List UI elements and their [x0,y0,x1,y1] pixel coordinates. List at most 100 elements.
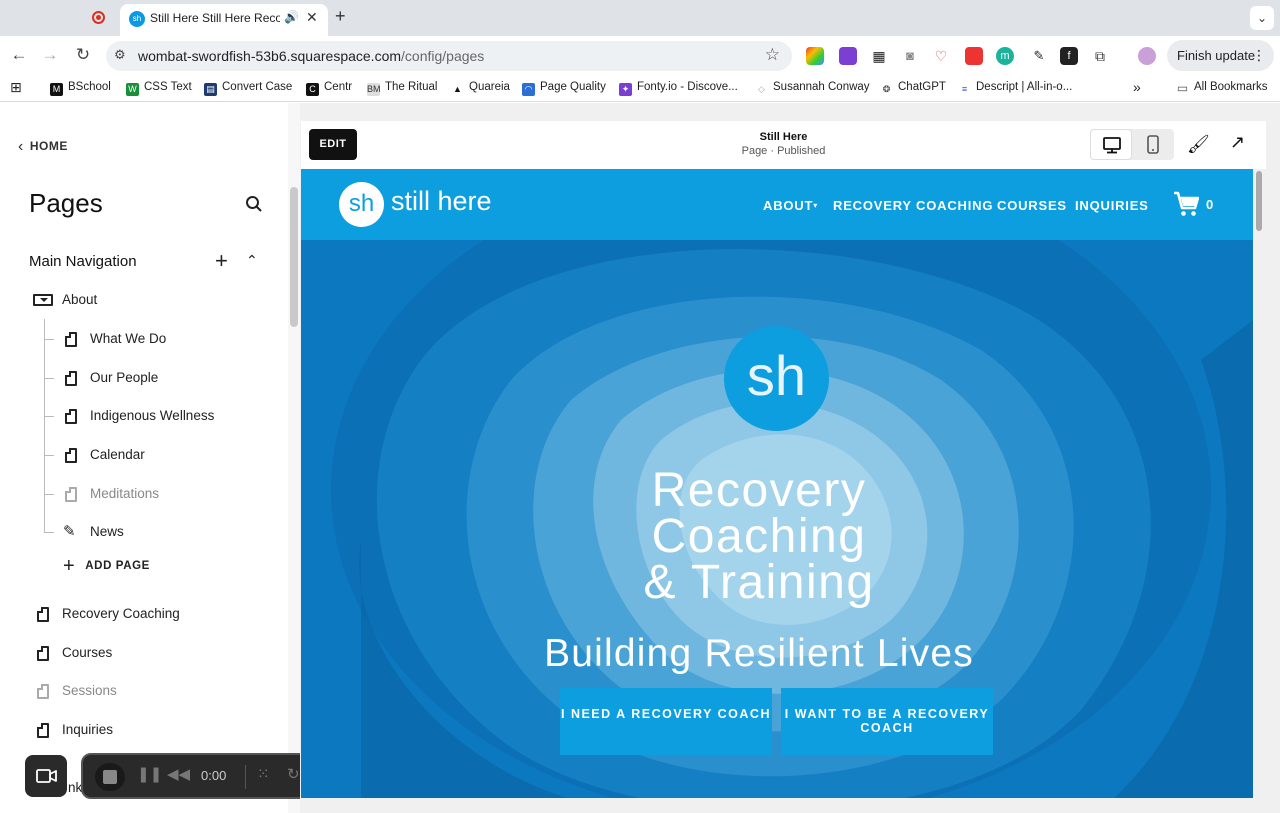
tree-branch [44,378,54,379]
stop-recording-button[interactable] [95,763,125,791]
cta-need-coach-button[interactable]: I NEED A RECOVERY COACH [560,688,772,755]
page-icon [65,487,77,502]
m-extension-icon[interactable]: m [996,47,1014,65]
add-icon[interactable]: + [215,248,228,274]
font-extension-icon[interactable]: f [1060,47,1078,65]
search-icon[interactable] [245,195,263,213]
bookmark-susannah-conway[interactable]: ◇ Susannah Conway [755,81,870,96]
bookmark-fonty[interactable]: ✦ Fonty.io - Discove... [619,81,738,96]
bookmark-all-bookmarks[interactable]: ▭ All Bookmarks [1176,81,1268,95]
tab-title: Still Here Still Here Recovery [150,11,280,25]
rewind-icon[interactable]: ◀◀ [167,765,190,783]
page-icon [37,723,49,738]
extensions-puzzle-icon[interactable]: ⧉ [1091,47,1109,65]
bookmark-page-quality[interactable]: ◠ Page Quality [522,81,606,96]
page-icon [65,448,77,463]
tab-search-chevron-icon[interactable]: ⌄ [1250,6,1274,30]
speaker-icon[interactable]: 🔊 [284,10,299,24]
pages-panel-content: ‹ HOME Pages Main Navigation + ⌃ About Wh… [0,103,288,813]
bookmark-descript[interactable]: ≡ Descript | All-in-o... [958,81,1072,96]
mobile-view-button[interactable] [1132,129,1174,160]
finish-update-label: Finish update [1177,48,1256,63]
nav-item-indigenous-wellness[interactable]: Indigenous Wellness [90,408,214,423]
site-nav-inquiries[interactable]: INQUIRIES [1075,198,1149,213]
finish-update-button[interactable]: Finish update ⋮ [1167,40,1274,71]
site-nav-courses[interactable]: COURSES [997,198,1067,213]
cta-become-coach-button[interactable]: I WANT TO BE A RECOVERY COACH [781,688,993,755]
nav-item-inquiries[interactable]: Inquiries [62,722,113,737]
nav-item-meditations[interactable]: Meditations [90,486,159,501]
hero-section: sh Recovery Coaching & Training Building… [301,240,1253,798]
profile-avatar[interactable] [1138,47,1156,65]
new-tab-button[interactable]: + [335,6,346,27]
calendar-extension-icon[interactable] [965,47,983,65]
site-logo-mark[interactable]: sh [339,182,384,227]
preview-scrollbar[interactable] [1256,171,1262,231]
back-arrow-icon[interactable]: ← [8,45,30,65]
nav-item-news[interactable]: News [90,524,124,539]
site-nav-about[interactable]: ABOUT▾ [763,198,818,213]
bookmark-bschool[interactable]: M BSchool [50,81,111,96]
tab-recording[interactable] [78,6,118,30]
tab-active[interactable]: sh Still Here Still Here Recovery 🔊 ✕ [120,4,328,36]
extension-badge-icon[interactable] [839,47,857,65]
site-header: sh still here ABOUT▾ RECOVERY COACHING C… [301,169,1253,240]
restart-icon[interactable]: ↻ [287,765,300,783]
recording-timer: 0:00 [201,768,227,783]
browser-tabstrip: sh Still Here Still Here Recovery 🔊 ✕ + … [0,0,1280,36]
nav-item-what-we-do[interactable]: What We Do [90,331,166,346]
bookmark-the-ritual[interactable]: BM The Ritual [367,81,437,96]
camera-icon[interactable]: ◙ [901,47,919,65]
pause-icon[interactable]: ❚❚ [137,765,162,783]
bookmark-css-text[interactable]: W CSS Text [126,81,192,96]
bookmark-chatgpt[interactable]: ❂ ChatGPT [880,81,946,96]
open-external-arrow-icon[interactable]: ↗ [1230,132,1245,153]
site-settings-icon[interactable]: ⚙ [114,47,126,63]
reload-icon[interactable]: ↻ [72,45,94,65]
bookmark-quareia[interactable]: ▲ Quareia [451,81,510,96]
plus-icon: + [63,555,76,577]
desktop-icon [1103,137,1121,154]
nav-item-sessions[interactable]: Sessions [62,683,117,698]
squarespace-favicon-icon: sh [129,11,145,27]
home-back-link[interactable]: ‹ HOME [18,138,68,156]
camera-toggle-button[interactable] [25,755,67,797]
bookmark-star-icon[interactable]: ☆ [765,45,780,65]
bookmarks-bar: ⊞ M BSchool W CSS Text ▤ Convert Case C Cent… [0,76,1280,102]
chevron-up-icon[interactable]: ⌃ [246,252,258,269]
color-extension-icon[interactable] [806,47,824,65]
add-page-button[interactable]: + ADD PAGE [63,555,150,578]
hero-logo-mark: sh [724,326,829,431]
bookmark-centr[interactable]: C Centr [306,81,352,96]
site-logo-text[interactable]: still here [391,186,492,217]
kebab-menu-icon[interactable]: ⋮ [1252,40,1266,71]
apps-grid-icon[interactable]: ▦ [870,47,888,65]
pages-panel: ‹ HOME Pages Main Navigation + ⌃ About Wh… [0,103,300,813]
browser-toolbar: ← → ↻ ⚙ wombat-swordfish-53b6.squarespac… [0,36,1280,102]
pen-extension-icon[interactable]: ✎ [1030,47,1048,65]
bookmark-convert-case[interactable]: ▤ Convert Case [204,81,292,96]
nav-folder-about[interactable]: About [62,292,97,307]
site-nav-recovery-coaching[interactable]: RECOVERY COACHING [833,198,993,213]
panel-scrollbar[interactable] [290,187,298,327]
address-bar[interactable]: ⚙ wombat-swordfish-53b6.squarespace.com/… [106,41,792,71]
grid-dots-icon[interactable]: ⁙ [257,765,270,783]
hero-title-line-2: Coaching [651,510,867,563]
hero-title: Recovery Coaching & Training [301,467,1217,607]
page-icon [37,607,49,622]
pocket-icon[interactable]: ♡ [932,47,950,65]
nav-item-calendar[interactable]: Calendar [90,447,145,462]
forward-arrow-icon[interactable]: → [39,45,61,65]
close-tab-icon[interactable]: ✕ [306,9,318,26]
apps-icon[interactable]: ⊞ [10,79,22,96]
more-bookmarks-icon[interactable]: » [1133,79,1141,95]
nav-item-our-people[interactable]: Our People [90,370,158,385]
tree-branch [44,455,54,456]
chevron-left-icon: ‹ [18,138,24,155]
folder-icon [33,294,53,306]
nav-item-courses[interactable]: Courses [62,645,112,660]
nav-item-recovery-coaching[interactable]: Recovery Coaching [62,606,180,621]
shopping-cart-icon[interactable] [1173,190,1199,218]
desktop-view-button[interactable] [1090,129,1132,160]
paintbrush-icon[interactable]: 🖌 [1187,134,1210,155]
